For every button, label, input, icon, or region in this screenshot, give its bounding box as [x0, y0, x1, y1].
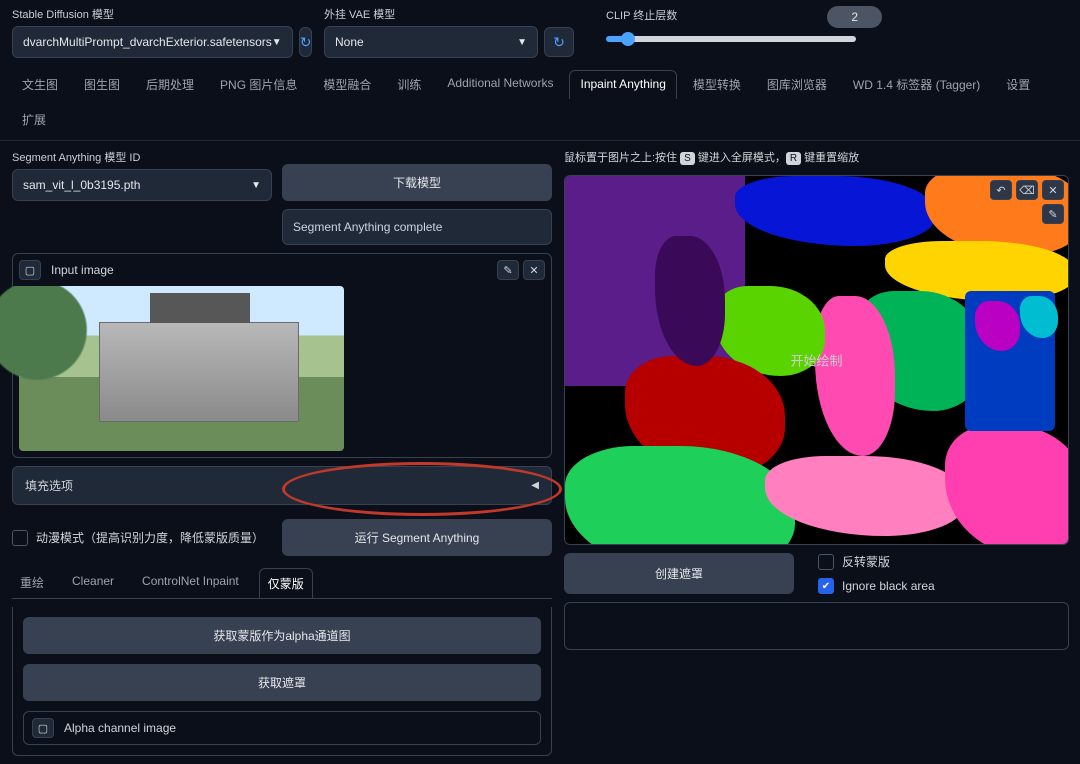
input-image-label: Input image [51, 263, 114, 277]
image-icon: ▢ [32, 718, 54, 738]
clip-value-badge: 2 [827, 6, 882, 28]
anime-mode-label: 动漫模式（提高识别力度，降低蒙版质量） [36, 529, 264, 546]
run-segment-anything-button[interactable]: 运行 Segment Anything [282, 519, 552, 556]
close-icon[interactable]: ✕ [523, 260, 545, 280]
tab-11[interactable]: 设置 [996, 70, 1040, 99]
tab-6[interactable]: Additional Networks [437, 70, 563, 99]
image-icon: ▢ [19, 260, 41, 280]
model-select[interactable]: dvarchMultiPrompt_dvarchExterior.safeten… [12, 26, 293, 58]
ignore-black-label: Ignore black area [842, 579, 935, 593]
mask-only-pane: 获取蒙版作为alpha通道图 获取遮罩 ▢ Alpha channel imag… [12, 607, 552, 756]
alpha-image-label: Alpha channel image [64, 721, 176, 735]
get-alpha-button[interactable]: 获取蒙版作为alpha通道图 [23, 617, 541, 654]
vae-value: None [335, 35, 364, 49]
sam-model-label: Segment Anything 模型 ID [12, 149, 272, 165]
tab-10[interactable]: WD 1.4 标签器 (Tagger) [843, 70, 990, 99]
tab-0[interactable]: 文生图 [12, 70, 68, 99]
ignore-black-checkbox[interactable]: ✔ Ignore black area [818, 578, 935, 594]
tab-2[interactable]: 后期处理 [136, 70, 204, 99]
sub-tab-3[interactable]: 仅蒙版 [259, 568, 313, 598]
fill-options-label: 填充选项 [25, 477, 73, 494]
create-mask-button[interactable]: 创建遮罩 [564, 553, 794, 594]
sam-model-value: sam_vit_l_0b3195.pth [23, 178, 140, 192]
brush-icon[interactable]: ✎ [1042, 204, 1064, 224]
tab-1[interactable]: 图生图 [74, 70, 130, 99]
vae-label: 外挂 VAE 模型 [324, 6, 574, 22]
model-refresh-button[interactable]: ↻ [299, 27, 313, 57]
tab-5[interactable]: 训练 [387, 70, 431, 99]
image-content [0, 286, 109, 396]
segmentation-canvas[interactable]: 开始绘制 ↶ ⌫ ✕ ✎ [564, 175, 1069, 545]
tab-7[interactable]: Inpaint Anything [569, 70, 676, 99]
canvas-center-text: 开始绘制 [790, 351, 842, 370]
checkbox-box [12, 530, 28, 546]
clip-label: CLIP 终止层数 [606, 7, 677, 23]
anime-mode-checkbox[interactable]: 动漫模式（提高识别力度，降低蒙版质量） [12, 529, 272, 546]
invert-mask-checkbox[interactable]: 反转蒙版 [818, 553, 935, 570]
alpha-image-box: ▢ Alpha channel image [23, 711, 541, 745]
sam-model-select[interactable]: sam_vit_l_0b3195.pth ▼ [12, 169, 272, 201]
download-model-button[interactable]: 下载模型 [282, 164, 552, 201]
tab-8[interactable]: 模型转换 [683, 70, 751, 99]
chevron-left-icon: ◀ [531, 480, 539, 491]
close-icon[interactable]: ✕ [1042, 180, 1064, 200]
edit-icon[interactable]: ✎ [497, 260, 519, 280]
chevron-down-icon: ▼ [272, 37, 282, 48]
checkbox-box: ✔ [818, 578, 834, 594]
fill-options-accordion[interactable]: 填充选项 ◀ [12, 466, 552, 505]
status-text: Segment Anything complete [282, 209, 552, 245]
vae-refresh-button[interactable]: ↻ [544, 27, 574, 57]
tab-3[interactable]: PNG 图片信息 [210, 70, 307, 99]
tab-9[interactable]: 图库浏览器 [757, 70, 837, 99]
result-box [564, 602, 1069, 650]
canvas-hint: 鼠标置于图片之上:按住 S 键进入全屏模式，R 键重置缩放 [564, 149, 1069, 165]
clip-slider[interactable] [606, 36, 856, 42]
model-value: dvarchMultiPrompt_dvarchExterior.safeten… [23, 35, 272, 49]
invert-mask-label: 反转蒙版 [842, 553, 890, 570]
input-image-preview[interactable] [19, 286, 344, 451]
image-content [99, 322, 299, 422]
sub-tab-0[interactable]: 重绘 [12, 568, 52, 598]
sub-tab-2[interactable]: ControlNet Inpaint [134, 568, 247, 598]
vae-select[interactable]: None ▼ [324, 26, 538, 58]
sub-tab-1[interactable]: Cleaner [64, 568, 122, 598]
model-label: Stable Diffusion 模型 [12, 6, 312, 22]
input-image-box: ▢ Input image ✎ ✕ [12, 253, 552, 458]
erase-icon[interactable]: ⌫ [1016, 180, 1038, 200]
undo-icon[interactable]: ↶ [990, 180, 1012, 200]
tab-12[interactable]: 扩展 [12, 105, 56, 134]
checkbox-box [818, 554, 834, 570]
get-mask-button[interactable]: 获取遮罩 [23, 664, 541, 701]
chevron-down-icon: ▼ [251, 180, 261, 191]
chevron-down-icon: ▼ [517, 37, 527, 48]
tab-4[interactable]: 模型融合 [313, 70, 381, 99]
